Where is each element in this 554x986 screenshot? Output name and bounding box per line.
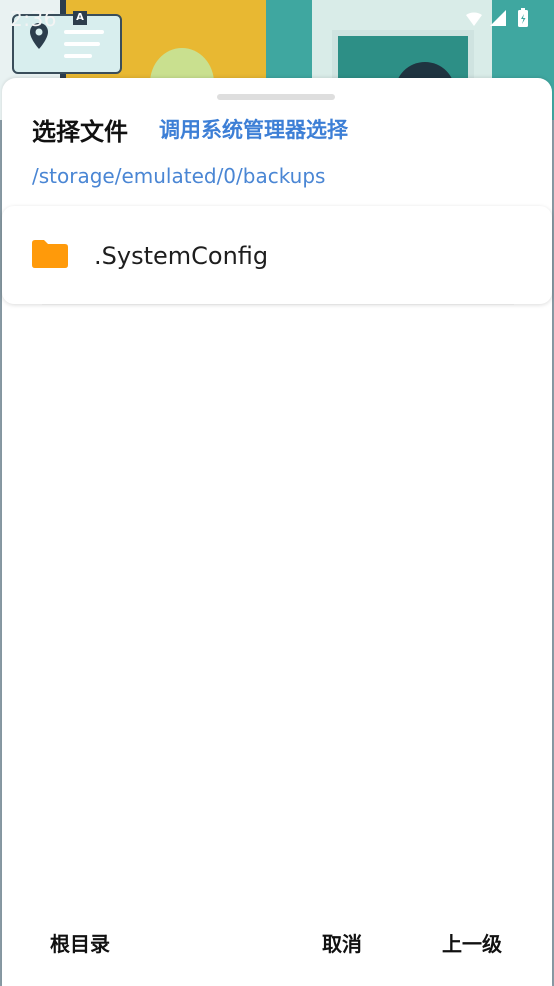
file-picker-sheet: 选择文件 调用系统管理器选择 /storage/emulated/0/backu… bbox=[2, 78, 552, 986]
list-item[interactable]: .SystemConfig bbox=[2, 206, 552, 304]
dialog-actions: 根目录 取消 上一级 bbox=[2, 904, 552, 974]
folder-icon bbox=[32, 240, 68, 268]
root-directory-button[interactable]: 根目录 bbox=[50, 928, 110, 957]
parent-directory-button[interactable]: 上一级 bbox=[442, 928, 502, 957]
cancel-button[interactable]: 取消 bbox=[322, 928, 362, 957]
file-list: .SystemConfig bbox=[2, 206, 552, 304]
signal-icon bbox=[490, 10, 506, 26]
notification-a-icon: A bbox=[73, 11, 87, 25]
divider bbox=[42, 304, 514, 305]
folder-name: .SystemConfig bbox=[94, 242, 269, 270]
status-time: 2:36 bbox=[10, 7, 57, 31]
status-bar: 2:36 A bbox=[0, 0, 554, 36]
current-path: /storage/emulated/0/backups bbox=[32, 164, 326, 188]
system-status-icons bbox=[466, 8, 528, 27]
dialog-title: 选择文件 bbox=[32, 118, 128, 146]
wifi-icon bbox=[466, 12, 482, 26]
system-file-manager-link[interactable]: 调用系统管理器选择 bbox=[159, 114, 348, 144]
drag-handle[interactable] bbox=[217, 94, 335, 100]
